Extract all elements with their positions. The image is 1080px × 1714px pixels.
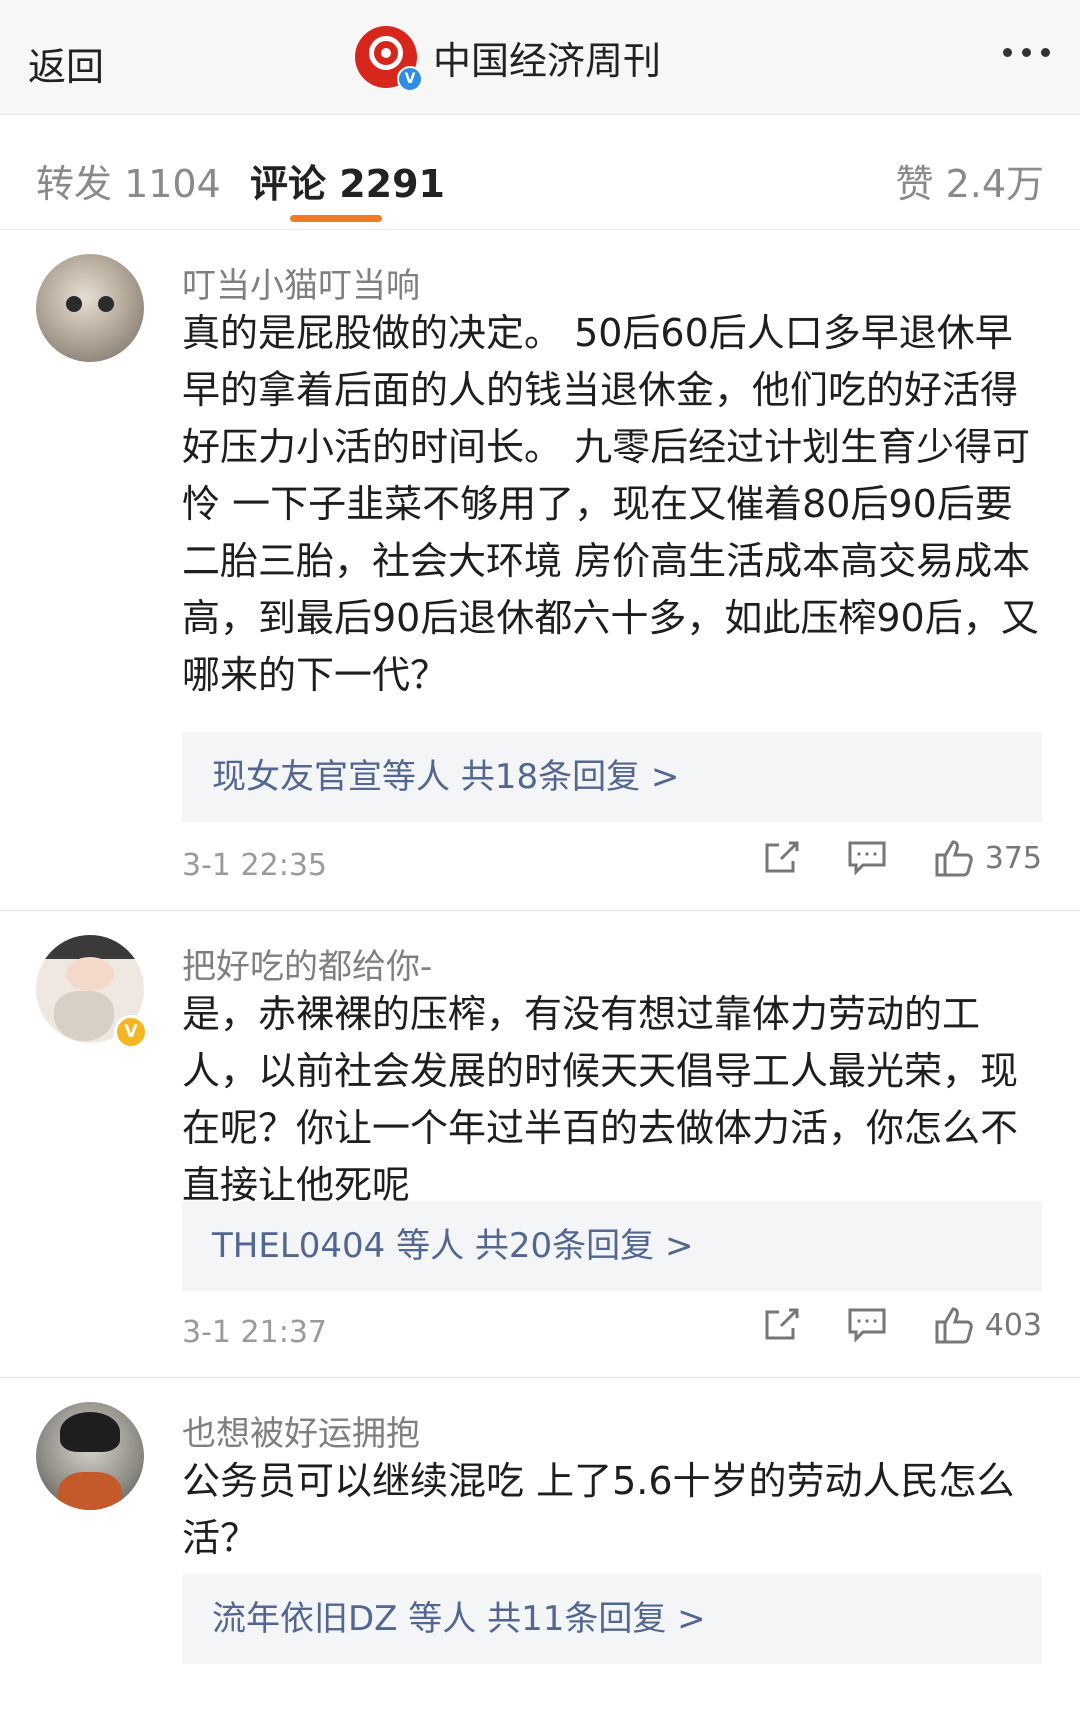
account-header[interactable]: V 中国经济周刊 [355,22,661,92]
comment-text: 是，赤裸裸的压榨，有没有想过靠体力劳动的工人，以前社会发展的时候天天倡导工人最光… [182,992,1019,1207]
comment-actions: 403 [717,1305,1042,1345]
avatar[interactable] [36,1402,144,1510]
comment-icon[interactable] [847,1307,887,1343]
verified-badge-icon: V [397,66,423,92]
account-name: 中国经济周刊 [433,38,662,83]
comment-username[interactable]: 也想被好运拥抱 [182,1406,420,1455]
account-logo: V [355,26,423,92]
like-button[interactable]: 403 [933,1305,1042,1345]
back-button[interactable]: 返回 [28,36,104,91]
comment-username[interactable]: 叮当小猫叮当响 [182,258,420,307]
verified-badge-icon: V [114,1015,148,1049]
share-icon[interactable] [763,839,801,877]
replies-link[interactable]: THEL0404 等人 共20条回复 > [212,1226,693,1266]
replies-summary[interactable]: 流年依旧DZ 等人 共11条回复 > [182,1574,1042,1664]
replies-summary[interactable]: 现女友官宣等人 共18条回复 > [182,732,1042,822]
comment-actions: 375 [717,838,1042,878]
like-count: 375 [984,840,1042,876]
comment-item: 叮当小猫叮当响 真的是屁股做的决定。 50后60后人口多早退休早早的拿着后面的人… [0,230,1080,911]
avatar[interactable] [36,254,144,362]
tab-likes[interactable]: 赞 2.4万 [895,153,1044,208]
active-tab-indicator [290,215,382,222]
comment-icon[interactable] [847,840,887,876]
comment-timestamp: 3-1 21:37 [182,1315,327,1350]
top-bar: 返回 V 中国经济周刊 [0,0,1080,115]
comment-username[interactable]: 把好吃的都给你- [182,939,432,988]
replies-summary[interactable]: THEL0404 等人 共20条回复 > [182,1201,1042,1291]
more-options-icon[interactable] [1003,48,1050,57]
like-count: 403 [984,1307,1042,1343]
replies-link[interactable]: 流年依旧DZ 等人 共11条回复 > [212,1599,706,1639]
tab-bar: 转发 1104 评论 2291 赞 2.4万 [0,115,1080,230]
like-icon [935,840,973,877]
comment-text: 真的是屁股做的决定。 50后60后人口多早退休早早的拿着后面的人的钱当退休金，他… [182,311,1039,697]
comment-timestamp: 3-1 22:35 [182,848,327,883]
replies-link[interactable]: 现女友官宣等人 共18条回复 > [212,757,679,797]
comment-text: 公务员可以继续混吃 上了5.6十岁的劳动人民怎么活？ [182,1459,1015,1560]
tab-reposts[interactable]: 转发 1104 [36,153,221,208]
like-button[interactable]: 375 [933,838,1042,878]
like-icon [935,1307,973,1344]
share-icon[interactable] [763,1306,801,1344]
comment-item: V 把好吃的都给你- 是，赤裸裸的压榨，有没有想过靠体力劳动的工人，以前社会发展… [0,911,1080,1378]
comment-item: 也想被好运拥抱 公务员可以继续混吃 上了5.6十岁的劳动人民怎么活？ 流年依旧D… [0,1378,1080,1714]
tab-comments[interactable]: 评论 2291 [250,153,445,208]
